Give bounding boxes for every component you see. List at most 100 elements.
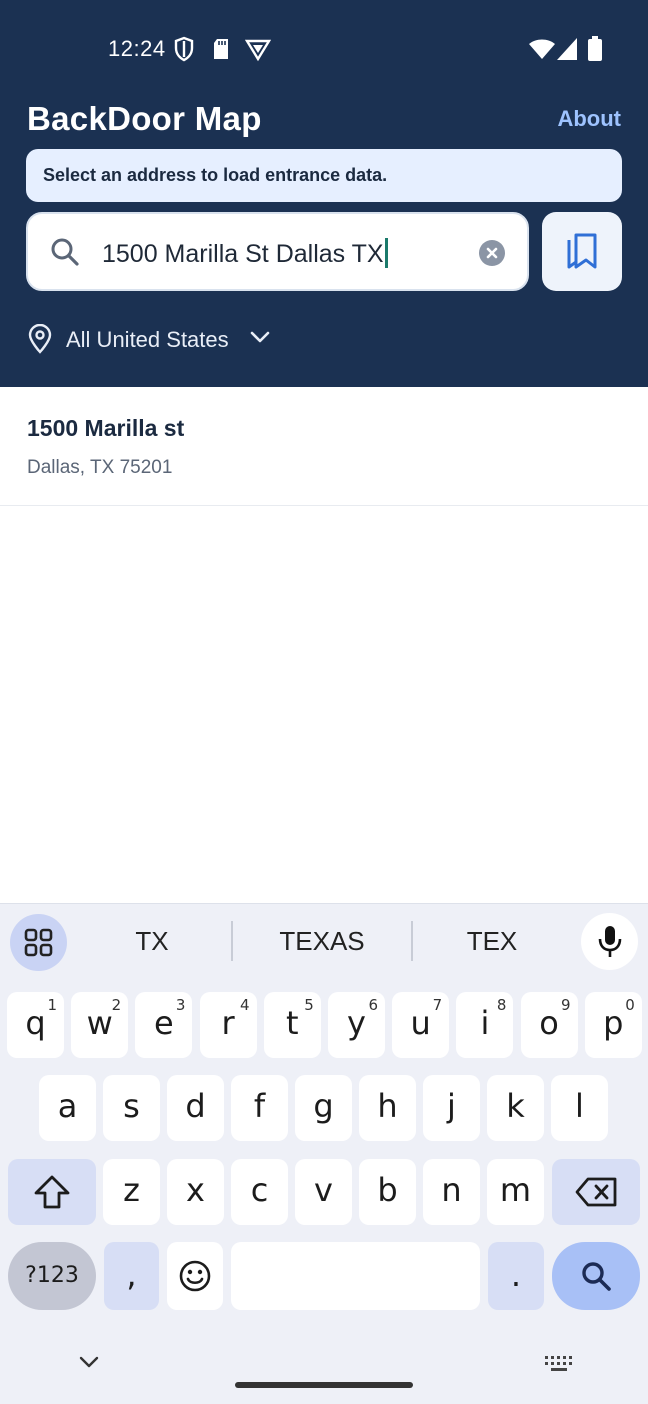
key-y[interactable]: y6 bbox=[328, 992, 385, 1058]
emoji-key[interactable] bbox=[167, 1242, 223, 1310]
key-label: k bbox=[506, 1087, 525, 1125]
location-pin-icon bbox=[27, 323, 53, 359]
symbols-key-label: ?123 bbox=[25, 1263, 79, 1288]
info-banner: Select an address to load entrance data. bbox=[26, 149, 622, 202]
home-indicator[interactable] bbox=[235, 1382, 413, 1388]
key-label: l bbox=[575, 1087, 584, 1125]
key-o[interactable]: o9 bbox=[520, 992, 578, 1058]
search-field[interactable]: 1500 Marilla St Dallas TX bbox=[26, 212, 529, 291]
key-label: z bbox=[123, 1171, 140, 1209]
key-label: v bbox=[314, 1171, 333, 1209]
key-q[interactable]: q1 bbox=[7, 992, 64, 1058]
about-link[interactable]: About bbox=[557, 106, 621, 132]
clear-icon[interactable] bbox=[479, 240, 505, 271]
key-d[interactable]: d bbox=[167, 1075, 224, 1141]
suggestion-divider bbox=[411, 921, 413, 961]
key-a[interactable]: a bbox=[39, 1075, 96, 1141]
apps-grid-icon bbox=[24, 928, 53, 957]
key-label: d bbox=[185, 1087, 206, 1125]
key-e[interactable]: e3 bbox=[135, 992, 193, 1058]
key-j[interactable]: j bbox=[423, 1075, 480, 1141]
keyboard-search-key[interactable] bbox=[552, 1242, 640, 1310]
region-label: All United States bbox=[66, 327, 229, 352]
suggestion-1[interactable]: TX bbox=[92, 926, 212, 957]
key-z[interactable]: z bbox=[103, 1159, 160, 1225]
app-title: BackDoor Map bbox=[27, 100, 262, 137]
key-label: g bbox=[313, 1087, 334, 1125]
key-label: h bbox=[377, 1087, 398, 1125]
comma-key[interactable]: , bbox=[104, 1242, 159, 1310]
key-x[interactable]: x bbox=[167, 1159, 224, 1225]
wifi-icon bbox=[528, 38, 556, 65]
result-subtitle: Dallas, TX 75201 bbox=[27, 457, 173, 478]
battery-icon bbox=[588, 36, 602, 67]
key-f[interactable]: f bbox=[231, 1075, 288, 1141]
hide-keyboard-icon[interactable] bbox=[78, 1354, 100, 1375]
key-h[interactable]: h bbox=[359, 1075, 416, 1141]
suggestion-divider bbox=[231, 921, 233, 961]
key-hint: 0 bbox=[625, 996, 635, 1014]
keyboard-switch-icon[interactable] bbox=[544, 1355, 574, 1378]
search-icon bbox=[582, 1262, 611, 1291]
key-b[interactable]: b bbox=[359, 1159, 416, 1225]
space-key[interactable] bbox=[231, 1242, 480, 1310]
address-result-item[interactable]: 1500 Marilla st Dallas, TX 75201 bbox=[0, 387, 648, 506]
period-key[interactable]: . bbox=[488, 1242, 544, 1310]
vpn-icon bbox=[244, 36, 272, 67]
shield-icon bbox=[174, 36, 194, 67]
key-s[interactable]: s bbox=[103, 1075, 160, 1141]
key-label: m bbox=[499, 1171, 532, 1209]
result-title: 1500 Marilla st bbox=[27, 415, 185, 441]
comma-key-label: , bbox=[126, 1256, 137, 1294]
shift-icon bbox=[34, 1175, 70, 1209]
backspace-key[interactable] bbox=[552, 1159, 640, 1225]
bookmarks-icon bbox=[567, 233, 597, 269]
key-m[interactable]: m bbox=[487, 1159, 544, 1225]
key-hint: 1 bbox=[47, 996, 57, 1014]
voice-input-button[interactable] bbox=[581, 913, 638, 970]
text-cursor bbox=[384, 238, 388, 268]
key-v[interactable]: v bbox=[295, 1159, 352, 1225]
shift-key[interactable] bbox=[8, 1159, 96, 1225]
suggestion-2[interactable]: TEXAS bbox=[262, 926, 382, 957]
key-hint: 3 bbox=[175, 996, 186, 1014]
signal-icon bbox=[556, 37, 578, 66]
key-n[interactable]: n bbox=[423, 1159, 480, 1225]
key-w[interactable]: w2 bbox=[71, 992, 129, 1058]
key-r[interactable]: r4 bbox=[199, 992, 257, 1058]
key-hint: 4 bbox=[240, 996, 250, 1014]
key-hint: 2 bbox=[111, 996, 122, 1014]
suggestion-3[interactable]: TEX bbox=[432, 926, 552, 957]
key-k[interactable]: k bbox=[487, 1075, 544, 1141]
key-l[interactable]: l bbox=[551, 1075, 608, 1141]
key-u[interactable]: u7 bbox=[392, 992, 450, 1058]
status-time: 12:24 bbox=[108, 36, 166, 61]
key-hint: 7 bbox=[432, 996, 443, 1014]
sd-card-icon bbox=[211, 36, 231, 67]
key-i[interactable]: i8 bbox=[456, 992, 514, 1058]
microphone-icon bbox=[598, 926, 622, 957]
symbols-key[interactable]: ?123 bbox=[8, 1242, 96, 1310]
key-label: b bbox=[377, 1171, 398, 1209]
key-t[interactable]: t5 bbox=[263, 992, 321, 1058]
key-hint: 5 bbox=[304, 996, 314, 1014]
key-c[interactable]: c bbox=[231, 1159, 288, 1225]
emoji-icon bbox=[179, 1260, 211, 1292]
chevron-down-icon bbox=[249, 326, 271, 353]
backspace-icon bbox=[575, 1177, 617, 1207]
key-hint: 9 bbox=[561, 996, 571, 1014]
search-input-value: 1500 Marilla St Dallas TX bbox=[102, 240, 384, 268]
key-label: n bbox=[441, 1171, 462, 1209]
suggestion-bar: TX TEXAS TEX bbox=[0, 904, 648, 980]
on-screen-keyboard: TX TEXAS TEX q1w2e3r4t5y6u7i8o9p0 a s d f g h… bbox=[0, 903, 648, 1404]
search-icon bbox=[50, 237, 80, 272]
status-bar: 12:24 bbox=[0, 0, 648, 100]
search-input[interactable]: 1500 Marilla St Dallas TX bbox=[102, 238, 388, 269]
period-key-label: . bbox=[510, 1256, 522, 1294]
key-hint: 6 bbox=[368, 996, 378, 1014]
saved-bookmarks-button[interactable] bbox=[542, 212, 622, 291]
key-g[interactable]: g bbox=[295, 1075, 352, 1141]
keyboard-menu-button[interactable] bbox=[10, 914, 67, 971]
key-label: s bbox=[123, 1087, 140, 1125]
key-p[interactable]: p0 bbox=[584, 992, 642, 1058]
